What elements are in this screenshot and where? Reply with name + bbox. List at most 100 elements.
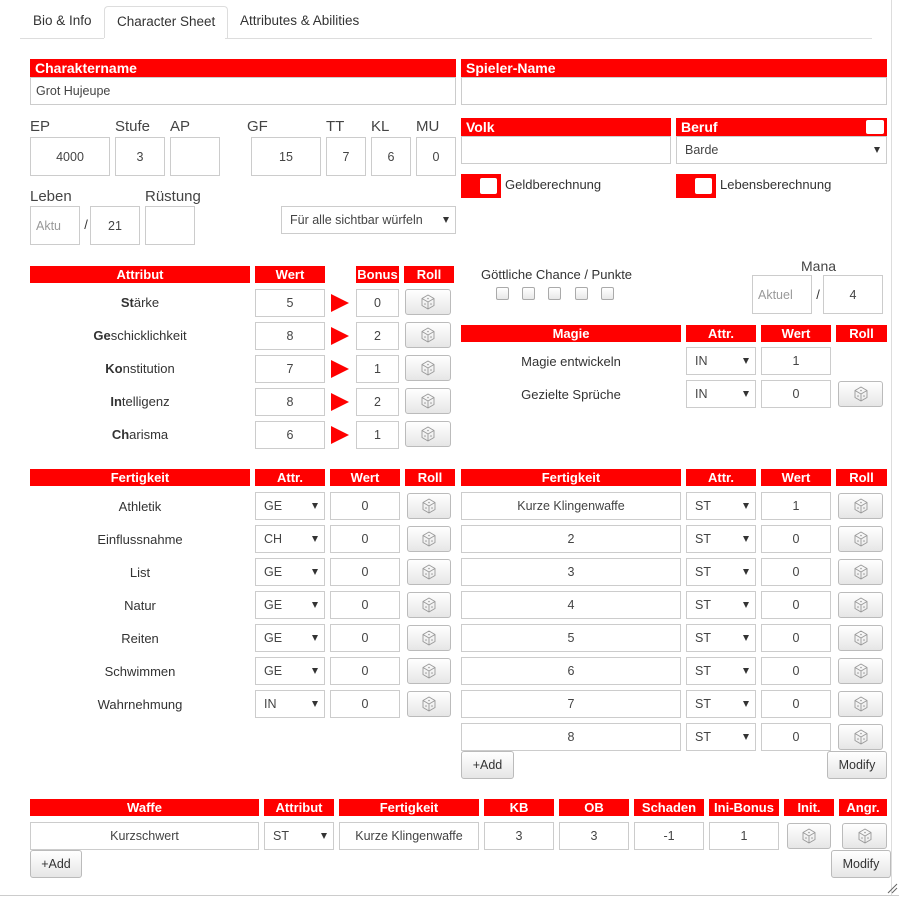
roll-button[interactable]	[407, 559, 451, 585]
skill-attr-select[interactable]: ST	[686, 591, 756, 619]
lebensberechnung-toggle[interactable]	[676, 174, 716, 198]
skill-wert-input[interactable]: 0	[330, 492, 400, 520]
attribute-wert-input[interactable]: 7	[255, 355, 325, 383]
attribute-bonus-input[interactable]: 2	[356, 322, 399, 350]
attribute-bonus-input[interactable]: 1	[356, 421, 399, 449]
ruestung-input[interactable]	[145, 206, 195, 245]
weapon-ini-input[interactable]: 1	[709, 822, 779, 850]
tab-character-sheet[interactable]: Character Sheet	[104, 6, 229, 39]
leben-max-input[interactable]: 21	[90, 206, 140, 245]
roll-button[interactable]	[405, 421, 451, 447]
weapon-name-input[interactable]: Kurzschwert	[30, 822, 259, 850]
skill-attr-select[interactable]: ST	[686, 492, 756, 520]
magie-wert-input[interactable]: 1	[761, 347, 831, 375]
skill-wert-input[interactable]: 0	[761, 624, 831, 652]
attribute-wert-input[interactable]: 5	[255, 289, 325, 317]
skill-wert-input[interactable]: 0	[761, 525, 831, 553]
skill-attr-select[interactable]: IN	[255, 690, 325, 718]
roll-button[interactable]	[838, 526, 883, 552]
skill-name-input[interactable]: 7	[461, 690, 681, 718]
roll-button[interactable]	[407, 526, 451, 552]
skill-attr-select[interactable]: GE	[255, 591, 325, 619]
divine-checkbox[interactable]	[601, 287, 614, 300]
roll-button[interactable]	[838, 493, 883, 519]
skill-name-input[interactable]: 6	[461, 657, 681, 685]
mana-max-input[interactable]: 4	[823, 275, 883, 314]
roll-button[interactable]	[838, 381, 883, 407]
tt-input[interactable]: 7	[326, 137, 366, 176]
skill-wert-input[interactable]: 0	[330, 558, 400, 586]
character-name-input[interactable]: Grot Hujeupe	[30, 77, 456, 105]
modify-skill-button[interactable]: Modify	[827, 751, 887, 779]
player-name-input[interactable]	[461, 77, 887, 105]
add-skill-button[interactable]: +Add	[461, 751, 514, 779]
skill-wert-input[interactable]: 0	[761, 558, 831, 586]
tab-bio-info[interactable]: Bio & Info	[21, 6, 104, 39]
beruf-toggle[interactable]	[844, 118, 887, 136]
skill-attr-select[interactable]: ST	[686, 624, 756, 652]
divine-checkbox[interactable]	[575, 287, 588, 300]
roll-button[interactable]	[838, 658, 883, 684]
attack-roll-button[interactable]	[842, 823, 887, 849]
leben-current-input[interactable]: Aktu	[30, 206, 80, 245]
roll-button[interactable]	[838, 691, 883, 717]
ep-input[interactable]: 4000	[30, 137, 110, 176]
skill-attr-select[interactable]: GE	[255, 624, 325, 652]
roll-button[interactable]	[838, 724, 883, 750]
skill-attr-select[interactable]: GE	[255, 558, 325, 586]
skill-wert-input[interactable]: 0	[330, 591, 400, 619]
add-weapon-button[interactable]: +Add	[30, 850, 82, 878]
volk-input[interactable]	[461, 136, 671, 164]
skill-name-input[interactable]: 8	[461, 723, 681, 751]
roll-button[interactable]	[838, 592, 883, 618]
weapon-ob-input[interactable]: 3	[559, 822, 629, 850]
skill-attr-select[interactable]: GE	[255, 657, 325, 685]
weapon-skill-input[interactable]: Kurze Klingenwaffe	[339, 822, 479, 850]
skill-wert-input[interactable]: 0	[330, 657, 400, 685]
modify-weapon-button[interactable]: Modify	[831, 850, 891, 878]
skill-attr-select[interactable]: ST	[686, 723, 756, 751]
skill-name-input[interactable]: 2	[461, 525, 681, 553]
skill-wert-input[interactable]: 1	[761, 492, 831, 520]
skill-attr-select[interactable]: ST	[686, 558, 756, 586]
skill-attr-select[interactable]: CH	[255, 525, 325, 553]
tab-attributes-abilities[interactable]: Attributes & Abilities	[228, 6, 371, 39]
magie-wert-input[interactable]: 0	[761, 380, 831, 408]
weapon-kb-input[interactable]: 3	[484, 822, 554, 850]
magie-attr-select[interactable]: IN	[686, 347, 756, 375]
attribute-wert-input[interactable]: 8	[255, 388, 325, 416]
skill-attr-select[interactable]: ST	[686, 657, 756, 685]
attribute-wert-input[interactable]: 8	[255, 322, 325, 350]
skill-attr-select[interactable]: GE	[255, 492, 325, 520]
skill-name-input[interactable]: 5	[461, 624, 681, 652]
attribute-bonus-input[interactable]: 0	[356, 289, 399, 317]
roll-button[interactable]	[407, 493, 451, 519]
skill-name-input[interactable]: Kurze Klingenwaffe	[461, 492, 681, 520]
resize-handle-icon[interactable]	[886, 882, 898, 894]
skill-wert-input[interactable]: 0	[761, 591, 831, 619]
magie-attr-select[interactable]: IN	[686, 380, 756, 408]
roll-button[interactable]	[405, 322, 451, 348]
attribute-bonus-input[interactable]: 2	[356, 388, 399, 416]
roll-button[interactable]	[405, 355, 451, 381]
skill-wert-input[interactable]: 0	[761, 723, 831, 751]
roll-button[interactable]	[407, 592, 451, 618]
attribute-bonus-input[interactable]: 1	[356, 355, 399, 383]
roll-button[interactable]	[838, 625, 883, 651]
weapon-schaden-input[interactable]: -1	[634, 822, 704, 850]
kl-input[interactable]: 6	[371, 137, 411, 176]
skill-wert-input[interactable]: 0	[330, 690, 400, 718]
roll-button[interactable]	[407, 691, 451, 717]
init-roll-button[interactable]	[787, 823, 831, 849]
mana-current-input[interactable]: Aktuel	[752, 275, 812, 314]
divine-checkbox[interactable]	[496, 287, 509, 300]
roll-button[interactable]	[838, 559, 883, 585]
roll-button[interactable]	[405, 388, 451, 414]
attribute-wert-input[interactable]: 6	[255, 421, 325, 449]
roll-button[interactable]	[405, 289, 451, 315]
skill-wert-input[interactable]: 0	[761, 657, 831, 685]
divine-checkbox[interactable]	[522, 287, 535, 300]
skill-attr-select[interactable]: ST	[686, 690, 756, 718]
geldberechnung-toggle[interactable]	[461, 174, 501, 198]
stufe-input[interactable]: 3	[115, 137, 165, 176]
